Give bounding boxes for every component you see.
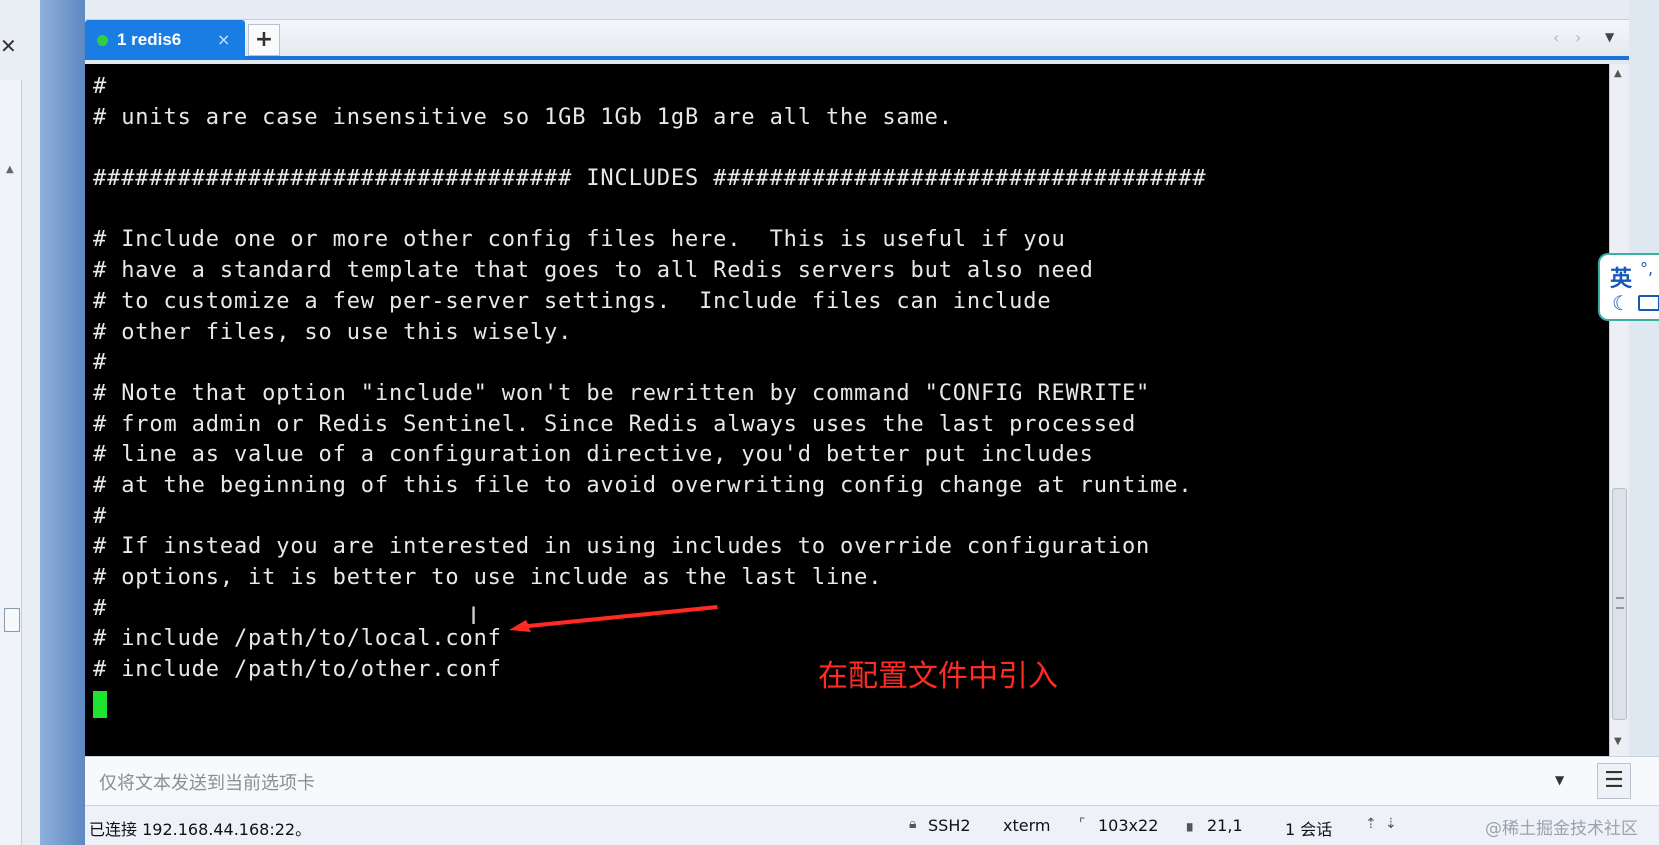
tab-redis6[interactable]: 1 redis6 × [85,20,245,60]
close-icon[interactable]: ✕ [0,34,17,58]
status-bar: 已连接 192.168.44.168:22。 🔒︎ SSH2 xterm ⌜ 1… [85,806,1659,845]
terminal-screen[interactable]: # # units are case insensitive so 1GB 1Gb… [85,64,1609,756]
window-top-chrome [85,0,1629,20]
ime-language-label[interactable]: 英 [1610,261,1632,293]
terminal-scrollbar[interactable]: ▲ ▼ [1609,64,1629,756]
tab-scroll-right-icon[interactable]: › [1575,28,1581,47]
session-count-label: 1 会话 [1285,820,1333,839]
scroll-up-icon[interactable]: ▲ [6,164,14,175]
cursor-position-icon: ▖ [1187,816,1198,832]
cursor-position-label: 21,1 [1207,816,1243,835]
send-target-dropdown-icon[interactable]: ▼ [1555,773,1564,787]
annotation-text: 在配置文件中引入 [818,659,1058,694]
ime-keyboard-icon[interactable] [1638,295,1659,311]
terminal-size-label: 103x22 [1098,816,1159,835]
add-tab-button[interactable]: + [248,24,280,56]
ime-halfwidth-moon-icon[interactable]: ☾ [1612,291,1630,315]
lock-icon: 🔒︎ [909,816,917,832]
send-text-bar: 仅将文本发送到当前选项卡 ▼ ☰ [85,756,1659,806]
left-scrollbar-thumb[interactable] [4,608,20,632]
scroll-down-icon[interactable]: ▼ [1614,736,1622,747]
tab-close-icon[interactable]: × [217,30,230,49]
scroll-up-icon[interactable]: ▲ [1614,68,1622,79]
tab-scroll-left-icon[interactable]: ‹ [1553,28,1559,47]
ime-toolbar[interactable]: 英 °, ☾ [1598,253,1659,321]
scrollbar-grip [1616,597,1624,609]
arrow-shape [509,605,718,632]
watermark: @稀土掘金技术社区 [1485,819,1638,839]
left-window-strip: ✕ ▲ [0,0,85,845]
ime-punctuation-icon[interactable]: °, [1640,259,1653,278]
download-arrow-icon[interactable]: ⇣ [1385,816,1397,832]
terminal-scrollbar-thumb[interactable] [1612,488,1627,720]
connected-status-dot [97,35,108,46]
tab-bar: 1 redis6 × + ‹ › ▼ [85,20,1629,60]
send-text-input[interactable]: 仅将文本发送到当前选项卡 [99,769,315,795]
connection-status: 已连接 192.168.44.168:22。 [89,820,312,839]
window-size-icon: ⌜ [1079,816,1086,832]
upload-arrow-icon[interactable]: ⇡ [1365,816,1377,832]
protocol-label: SSH2 [928,816,971,835]
send-bar-menu-icon[interactable]: ☰ [1597,763,1631,799]
tab-label: 1 redis6 [117,30,182,49]
tab-list-dropdown-icon[interactable]: ▼ [1605,30,1614,44]
background-window [40,0,85,845]
terminal-type-label: xterm [1003,816,1051,835]
left-scrollbar[interactable]: ▲ [0,80,22,845]
